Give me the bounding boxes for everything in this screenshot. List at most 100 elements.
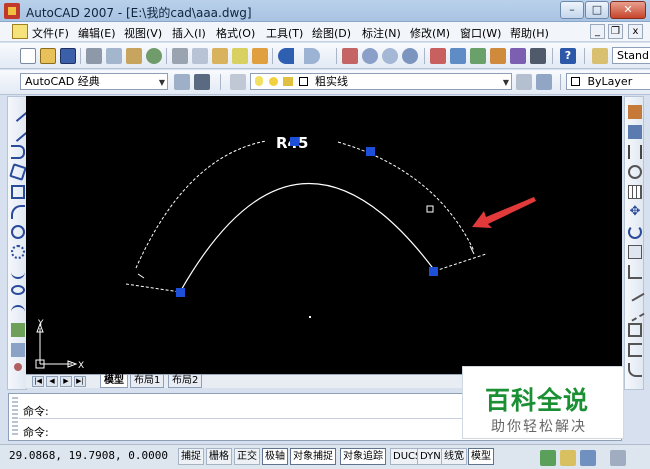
extend-icon[interactable] [625, 302, 645, 322]
save-icon[interactable] [60, 48, 76, 64]
menu-help[interactable]: 帮助(H) [510, 25, 549, 41]
move-icon[interactable]: ✥ [628, 205, 642, 219]
lock-icon[interactable] [560, 450, 576, 466]
spline-icon[interactable] [11, 265, 25, 279]
construction-line-icon[interactable] [8, 122, 28, 142]
menu-window[interactable]: 窗口(W) [460, 25, 501, 41]
workspace-combo[interactable]: AutoCAD 经典 ▼ [20, 73, 168, 90]
globe-icon[interactable] [146, 48, 162, 64]
menu-insert[interactable]: 插入(I) [172, 25, 206, 41]
markup-icon[interactable] [510, 48, 526, 64]
tab-layout2[interactable]: 布局2 [168, 375, 203, 388]
menu-dimension[interactable]: 标注(N) [362, 25, 401, 41]
tab-next-button[interactable]: ▶ [60, 376, 72, 387]
dimension-arc-right[interactable] [337, 141, 475, 252]
rectangle-icon[interactable] [11, 185, 25, 199]
mirror-icon[interactable] [628, 145, 642, 159]
command-input-line[interactable]: 命令: [23, 424, 49, 440]
plot-preview-icon[interactable] [106, 48, 122, 64]
autocad-logo-icon[interactable] [4, 3, 20, 19]
menu-format[interactable]: 格式(O) [216, 25, 255, 41]
polygon-icon[interactable] [9, 163, 27, 181]
dyn-toggle[interactable]: DYN [417, 448, 444, 465]
array-icon[interactable] [628, 185, 642, 199]
tray-settings-icon[interactable] [540, 450, 556, 466]
document-icon[interactable] [12, 24, 28, 39]
grip-dimension-text[interactable] [290, 137, 299, 146]
scale-icon[interactable] [628, 245, 642, 259]
grid-toggle[interactable]: 栅格 [206, 448, 232, 465]
pan-icon[interactable] [342, 48, 358, 64]
tab-prev-button[interactable]: ◀ [46, 376, 58, 387]
offset-icon[interactable] [628, 165, 642, 179]
communication-center-icon[interactable] [580, 450, 596, 466]
break-icon[interactable] [628, 323, 642, 337]
command-grip[interactable] [12, 397, 18, 437]
menu-tools[interactable]: 工具(T) [266, 25, 303, 41]
zoom-realtime-icon[interactable] [362, 48, 378, 64]
insert-block-icon[interactable] [11, 323, 25, 337]
grip-dimension-arc[interactable] [366, 147, 375, 156]
layer-manager-icon[interactable] [230, 74, 246, 90]
osnap-toggle[interactable]: 对象捕捉 [290, 448, 336, 465]
mdi-minimize-button[interactable]: _ [590, 24, 605, 39]
tab-last-button[interactable]: ▶| [74, 376, 86, 387]
otrack-toggle[interactable]: 对象追踪 [340, 448, 386, 465]
erase-icon[interactable] [628, 105, 642, 119]
new-icon[interactable] [20, 48, 36, 64]
redo-icon[interactable] [304, 48, 320, 64]
stretch-icon[interactable] [628, 265, 642, 279]
maximize-button[interactable]: □ [585, 1, 609, 19]
mdi-restore-button[interactable]: ❐ [608, 24, 623, 39]
open-icon[interactable] [40, 48, 56, 64]
extension-line-right[interactable] [434, 253, 487, 272]
print-icon[interactable] [86, 48, 102, 64]
tab-first-button[interactable]: |◀ [32, 376, 44, 387]
undo-icon[interactable] [278, 48, 294, 64]
color-combo[interactable]: ByLayer [566, 73, 650, 90]
revision-cloud-icon[interactable] [11, 245, 25, 259]
clean-screen-icon[interactable] [610, 450, 626, 466]
tool-palettes-icon[interactable] [470, 48, 486, 64]
calculator-icon[interactable] [530, 48, 546, 64]
zoom-window-icon[interactable] [382, 48, 398, 64]
ortho-toggle[interactable]: 正交 [234, 448, 260, 465]
lineweight-toggle[interactable]: 线宽 [441, 448, 467, 465]
line-icon[interactable] [8, 102, 28, 122]
publish-icon[interactable] [126, 48, 142, 64]
point-icon[interactable] [14, 363, 22, 371]
grip-arc-end[interactable] [429, 267, 438, 276]
ellipse-icon[interactable] [11, 285, 25, 295]
help-icon[interactable]: ? [560, 48, 576, 64]
make-object-layer-current-icon[interactable] [516, 74, 532, 90]
snap-toggle[interactable]: 捕捉 [178, 448, 204, 465]
cut-icon[interactable] [172, 48, 188, 64]
menu-modify[interactable]: 修改(M) [410, 25, 450, 41]
layer-combo[interactable]: 粗实线 ▼ [250, 73, 512, 90]
dimension-arc-left[interactable] [135, 140, 267, 269]
coordinate-display[interactable]: 29.0868, 19.7908, 0.0000 [9, 449, 168, 462]
menu-file[interactable]: 文件(F) [32, 25, 69, 41]
close-button[interactable]: ✕ [610, 1, 646, 19]
trim-icon[interactable] [625, 282, 645, 302]
make-block-icon[interactable] [11, 343, 25, 357]
tab-layout1[interactable]: 布局1 [130, 375, 165, 388]
arc-entity[interactable] [179, 183, 436, 293]
polyline-icon[interactable] [11, 145, 25, 159]
properties-icon[interactable] [430, 48, 446, 64]
join-icon[interactable] [628, 343, 642, 357]
design-center-icon[interactable] [450, 48, 466, 64]
grip-arc-start[interactable] [176, 288, 185, 297]
rotate-icon[interactable] [628, 225, 642, 239]
circle-icon[interactable] [11, 225, 25, 239]
ellipse-arc-icon[interactable] [11, 305, 25, 315]
extension-line-left[interactable] [125, 283, 181, 293]
menu-view[interactable]: 视图(V) [124, 25, 162, 41]
menu-edit[interactable]: 编辑(E) [78, 25, 116, 41]
model-space-toggle[interactable]: 模型 [468, 448, 494, 465]
menu-draw[interactable]: 绘图(D) [312, 25, 351, 41]
tab-model[interactable]: 模型 [100, 375, 128, 388]
zoom-previous-icon[interactable] [402, 48, 418, 64]
minimize-button[interactable]: – [560, 1, 584, 19]
text-style-combo[interactable]: Stand [612, 47, 650, 64]
